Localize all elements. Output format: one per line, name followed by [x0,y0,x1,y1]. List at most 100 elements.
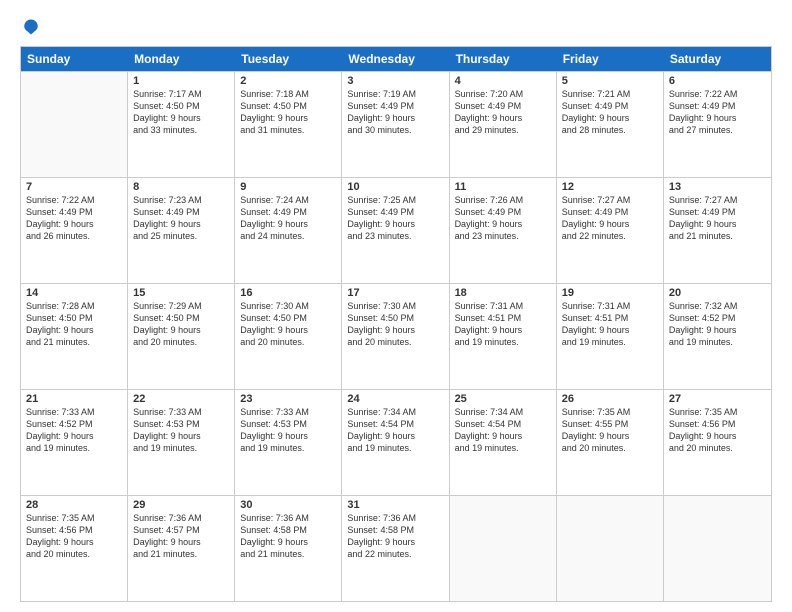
day-number: 6 [669,75,766,87]
calendar-cell: 3Sunrise: 7:19 AM Sunset: 4:49 PM Daylig… [342,72,449,177]
day-info: Sunrise: 7:35 AM Sunset: 4:56 PM Dayligh… [26,512,122,561]
day-info: Sunrise: 7:23 AM Sunset: 4:49 PM Dayligh… [133,194,229,243]
calendar-cell: 30Sunrise: 7:36 AM Sunset: 4:58 PM Dayli… [235,496,342,601]
weekday-header: Saturday [664,47,771,71]
calendar: SundayMondayTuesdayWednesdayThursdayFrid… [20,46,772,602]
day-number: 11 [455,181,551,193]
day-info: Sunrise: 7:27 AM Sunset: 4:49 PM Dayligh… [669,194,766,243]
day-number: 26 [562,393,658,405]
day-info: Sunrise: 7:36 AM Sunset: 4:58 PM Dayligh… [240,512,336,561]
day-number: 23 [240,393,336,405]
calendar-cell: 23Sunrise: 7:33 AM Sunset: 4:53 PM Dayli… [235,390,342,495]
day-number: 20 [669,287,766,299]
calendar-cell: 15Sunrise: 7:29 AM Sunset: 4:50 PM Dayli… [128,284,235,389]
day-number: 21 [26,393,122,405]
day-number: 15 [133,287,229,299]
logo [20,18,40,36]
day-info: Sunrise: 7:24 AM Sunset: 4:49 PM Dayligh… [240,194,336,243]
day-info: Sunrise: 7:21 AM Sunset: 4:49 PM Dayligh… [562,88,658,137]
day-info: Sunrise: 7:25 AM Sunset: 4:49 PM Dayligh… [347,194,443,243]
calendar-body: 1Sunrise: 7:17 AM Sunset: 4:50 PM Daylig… [21,71,771,601]
day-number: 13 [669,181,766,193]
day-info: Sunrise: 7:33 AM Sunset: 4:53 PM Dayligh… [240,406,336,455]
day-info: Sunrise: 7:32 AM Sunset: 4:52 PM Dayligh… [669,300,766,349]
day-info: Sunrise: 7:35 AM Sunset: 4:56 PM Dayligh… [669,406,766,455]
day-number: 30 [240,499,336,511]
day-info: Sunrise: 7:26 AM Sunset: 4:49 PM Dayligh… [455,194,551,243]
day-number: 5 [562,75,658,87]
day-number: 19 [562,287,658,299]
calendar-header: SundayMondayTuesdayWednesdayThursdayFrid… [21,47,771,71]
day-info: Sunrise: 7:28 AM Sunset: 4:50 PM Dayligh… [26,300,122,349]
day-number: 16 [240,287,336,299]
day-info: Sunrise: 7:17 AM Sunset: 4:50 PM Dayligh… [133,88,229,137]
day-info: Sunrise: 7:36 AM Sunset: 4:57 PM Dayligh… [133,512,229,561]
calendar-cell: 16Sunrise: 7:30 AM Sunset: 4:50 PM Dayli… [235,284,342,389]
calendar-cell: 10Sunrise: 7:25 AM Sunset: 4:49 PM Dayli… [342,178,449,283]
calendar-cell: 14Sunrise: 7:28 AM Sunset: 4:50 PM Dayli… [21,284,128,389]
calendar-cell: 28Sunrise: 7:35 AM Sunset: 4:56 PM Dayli… [21,496,128,601]
calendar-cell: 25Sunrise: 7:34 AM Sunset: 4:54 PM Dayli… [450,390,557,495]
day-number: 18 [455,287,551,299]
weekday-header: Thursday [450,47,557,71]
calendar-row: 7Sunrise: 7:22 AM Sunset: 4:49 PM Daylig… [21,177,771,283]
day-number: 27 [669,393,766,405]
calendar-cell: 31Sunrise: 7:36 AM Sunset: 4:58 PM Dayli… [342,496,449,601]
logo-icon [22,18,40,36]
calendar-cell: 9Sunrise: 7:24 AM Sunset: 4:49 PM Daylig… [235,178,342,283]
calendar-cell: 22Sunrise: 7:33 AM Sunset: 4:53 PM Dayli… [128,390,235,495]
calendar-cell [664,496,771,601]
day-info: Sunrise: 7:29 AM Sunset: 4:50 PM Dayligh… [133,300,229,349]
day-number: 24 [347,393,443,405]
calendar-row: 14Sunrise: 7:28 AM Sunset: 4:50 PM Dayli… [21,283,771,389]
page: SundayMondayTuesdayWednesdayThursdayFrid… [0,0,792,612]
calendar-row: 28Sunrise: 7:35 AM Sunset: 4:56 PM Dayli… [21,495,771,601]
calendar-cell: 17Sunrise: 7:30 AM Sunset: 4:50 PM Dayli… [342,284,449,389]
calendar-cell: 12Sunrise: 7:27 AM Sunset: 4:49 PM Dayli… [557,178,664,283]
day-info: Sunrise: 7:33 AM Sunset: 4:53 PM Dayligh… [133,406,229,455]
calendar-cell: 2Sunrise: 7:18 AM Sunset: 4:50 PM Daylig… [235,72,342,177]
day-info: Sunrise: 7:20 AM Sunset: 4:49 PM Dayligh… [455,88,551,137]
day-number: 4 [455,75,551,87]
day-number: 2 [240,75,336,87]
calendar-cell: 13Sunrise: 7:27 AM Sunset: 4:49 PM Dayli… [664,178,771,283]
day-number: 22 [133,393,229,405]
calendar-cell: 8Sunrise: 7:23 AM Sunset: 4:49 PM Daylig… [128,178,235,283]
day-number: 10 [347,181,443,193]
day-info: Sunrise: 7:19 AM Sunset: 4:49 PM Dayligh… [347,88,443,137]
calendar-cell: 18Sunrise: 7:31 AM Sunset: 4:51 PM Dayli… [450,284,557,389]
calendar-cell: 21Sunrise: 7:33 AM Sunset: 4:52 PM Dayli… [21,390,128,495]
day-number: 3 [347,75,443,87]
day-info: Sunrise: 7:35 AM Sunset: 4:55 PM Dayligh… [562,406,658,455]
calendar-cell: 27Sunrise: 7:35 AM Sunset: 4:56 PM Dayli… [664,390,771,495]
day-info: Sunrise: 7:33 AM Sunset: 4:52 PM Dayligh… [26,406,122,455]
day-number: 28 [26,499,122,511]
day-info: Sunrise: 7:30 AM Sunset: 4:50 PM Dayligh… [347,300,443,349]
weekday-header: Friday [557,47,664,71]
day-number: 12 [562,181,658,193]
day-number: 1 [133,75,229,87]
calendar-row: 21Sunrise: 7:33 AM Sunset: 4:52 PM Dayli… [21,389,771,495]
calendar-cell: 5Sunrise: 7:21 AM Sunset: 4:49 PM Daylig… [557,72,664,177]
weekday-header: Wednesday [342,47,449,71]
day-number: 31 [347,499,443,511]
day-number: 25 [455,393,551,405]
day-info: Sunrise: 7:22 AM Sunset: 4:49 PM Dayligh… [669,88,766,137]
day-info: Sunrise: 7:31 AM Sunset: 4:51 PM Dayligh… [562,300,658,349]
day-info: Sunrise: 7:36 AM Sunset: 4:58 PM Dayligh… [347,512,443,561]
day-info: Sunrise: 7:30 AM Sunset: 4:50 PM Dayligh… [240,300,336,349]
calendar-row: 1Sunrise: 7:17 AM Sunset: 4:50 PM Daylig… [21,71,771,177]
calendar-cell: 20Sunrise: 7:32 AM Sunset: 4:52 PM Dayli… [664,284,771,389]
day-info: Sunrise: 7:34 AM Sunset: 4:54 PM Dayligh… [347,406,443,455]
calendar-cell: 29Sunrise: 7:36 AM Sunset: 4:57 PM Dayli… [128,496,235,601]
day-number: 7 [26,181,122,193]
day-info: Sunrise: 7:18 AM Sunset: 4:50 PM Dayligh… [240,88,336,137]
weekday-header: Tuesday [235,47,342,71]
logo-text [20,18,40,36]
calendar-cell [450,496,557,601]
day-number: 17 [347,287,443,299]
calendar-cell: 1Sunrise: 7:17 AM Sunset: 4:50 PM Daylig… [128,72,235,177]
calendar-cell: 11Sunrise: 7:26 AM Sunset: 4:49 PM Dayli… [450,178,557,283]
calendar-cell: 6Sunrise: 7:22 AM Sunset: 4:49 PM Daylig… [664,72,771,177]
calendar-cell [21,72,128,177]
